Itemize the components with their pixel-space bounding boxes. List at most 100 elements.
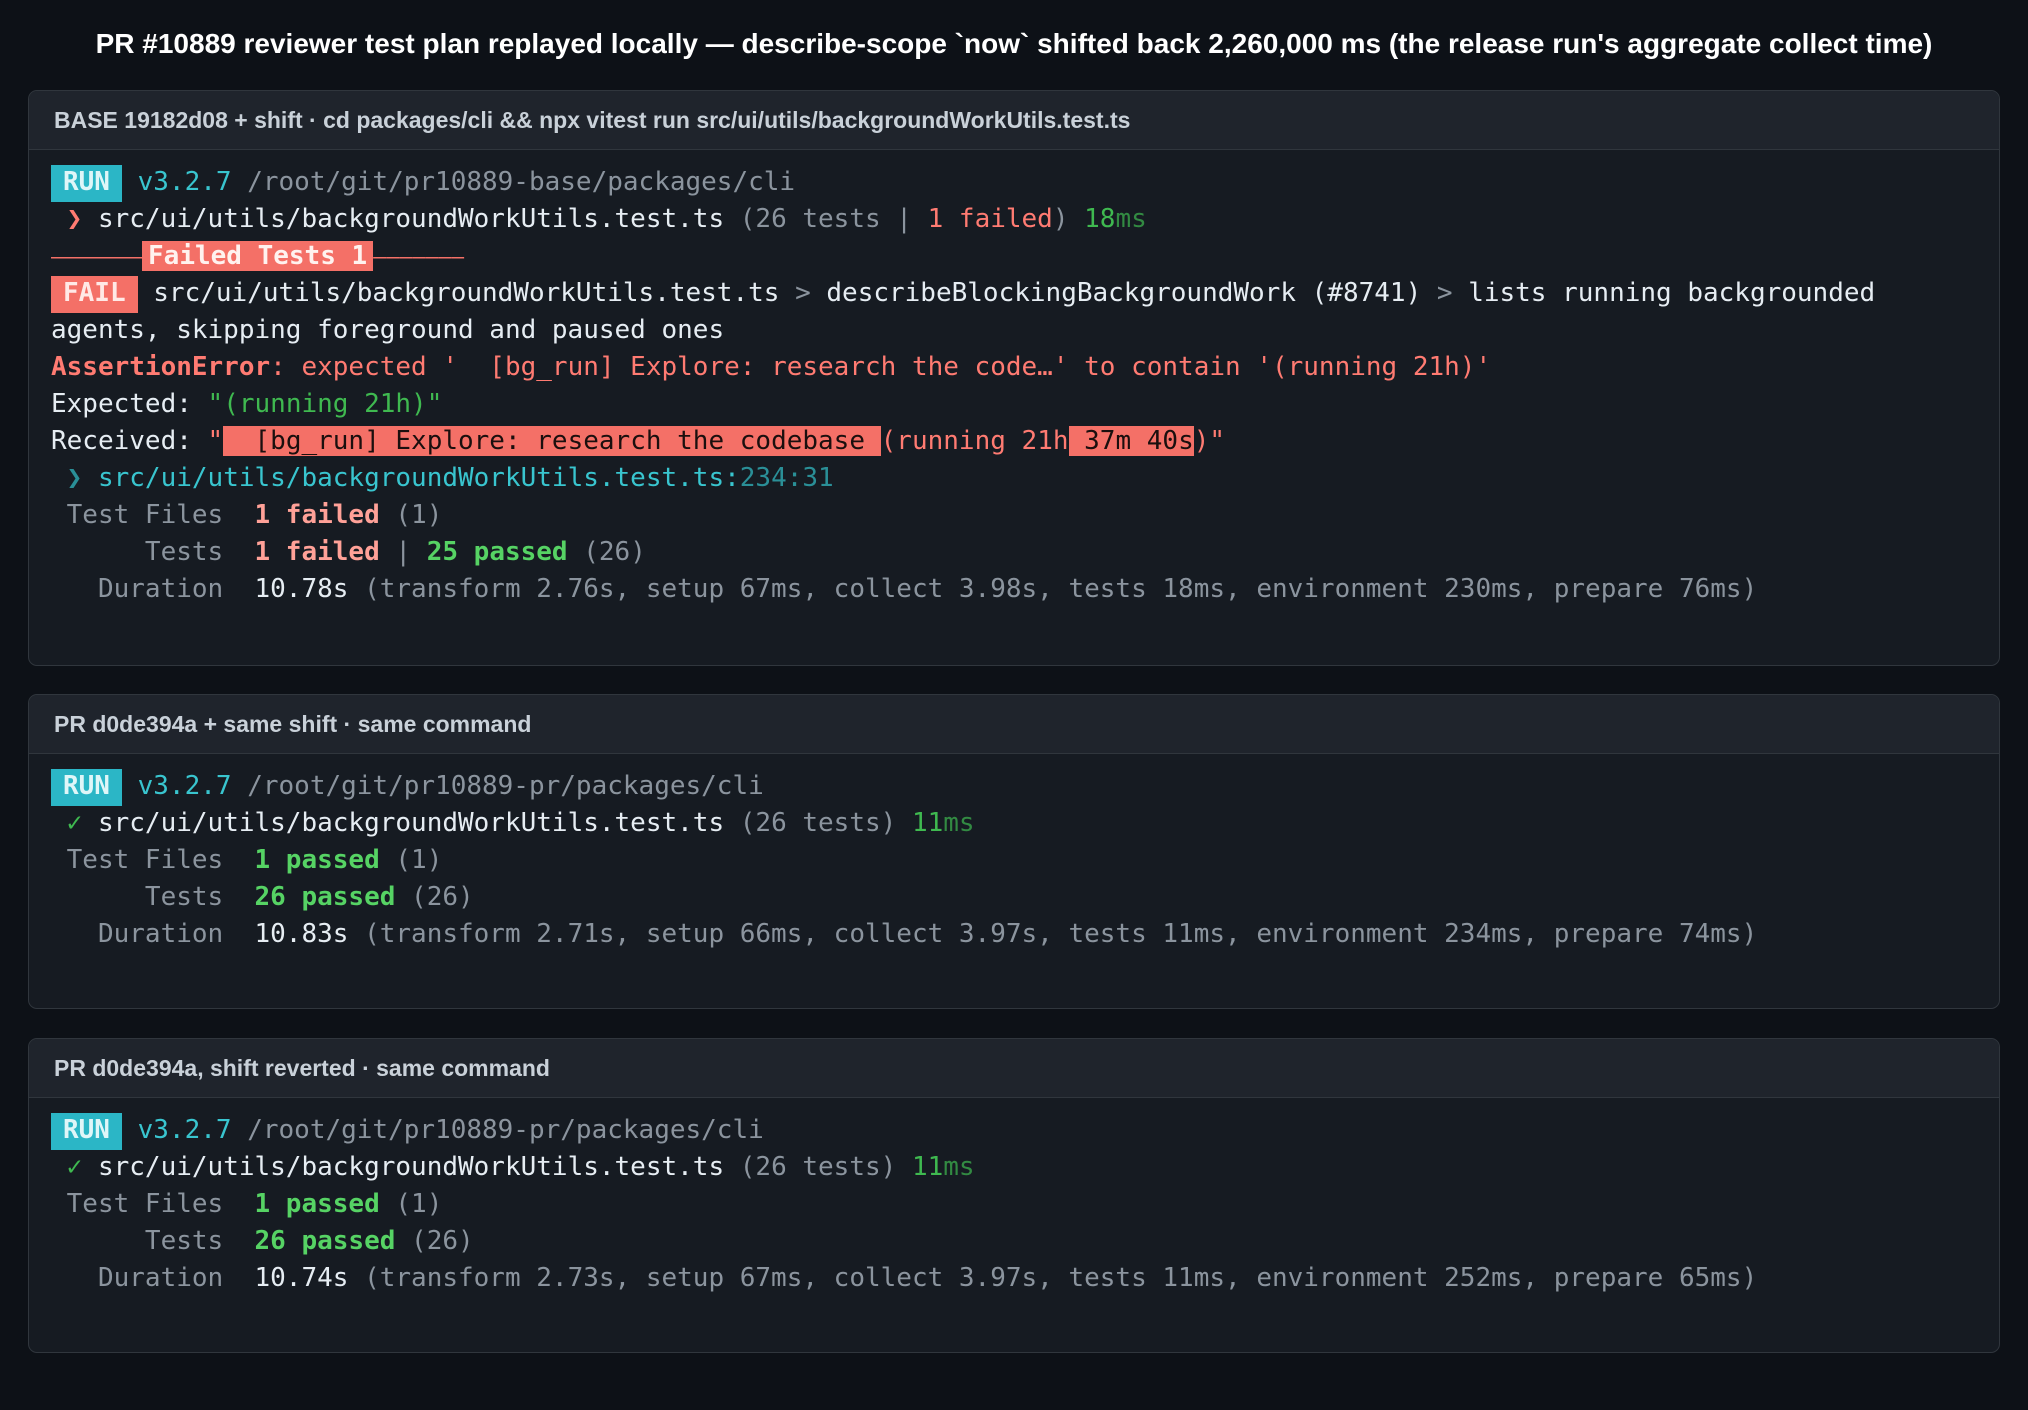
summary-duration: Duration 10.78s (transform 2.76s, setup … xyxy=(51,571,1999,608)
received-tail: )" xyxy=(1193,426,1226,456)
run-line: RUN v3.2.7 /root/git/pr10889-base/packag… xyxy=(51,164,1999,202)
fail-suite: describeBlockingBackgroundWork (#8741) xyxy=(826,278,1422,308)
terminal-output: RUN v3.2.7 /root/git/pr10889-pr/packages… xyxy=(29,754,1999,953)
run-badge: RUN xyxy=(51,769,122,806)
pr-reverted-run-panel: PR d0de394a, shift reverted · same comma… xyxy=(28,1038,2000,1353)
summary-files-passed: 1 passed xyxy=(254,1189,380,1219)
working-dir: /root/git/pr10889-pr/packages/cli xyxy=(247,771,764,801)
fail-marker-icon: ❯ xyxy=(66,204,83,234)
summary-total: (26) xyxy=(395,1226,474,1256)
file-time: 11 xyxy=(911,808,944,838)
summary-tests: Tests 26 passed (26) xyxy=(51,879,1999,916)
summary-test-files: Test Files 1 passed (1) xyxy=(51,842,1999,879)
page-title: PR #10889 reviewer test plan replayed lo… xyxy=(95,28,1933,59)
summary-total: (1) xyxy=(379,845,443,875)
file-time-unit: ms xyxy=(1115,204,1147,234)
terminal-output: RUN v3.2.7 /root/git/pr10889-base/packag… xyxy=(29,150,1999,608)
summary-tests-failed: 1 failed xyxy=(254,537,380,567)
assertion-line: AssertionError: expected ' [bg_run] Expl… xyxy=(51,349,1999,386)
file-counts-open: (26 tests | xyxy=(739,204,928,234)
test-file: src/ui/utils/backgroundWorkUtils.test.ts xyxy=(97,1152,725,1182)
file-result-line: ❯ src/ui/utils/backgroundWorkUtils.test.… xyxy=(51,201,1999,238)
summary-label: Tests xyxy=(51,1226,255,1256)
expected-line: Expected: "(running 21h)" xyxy=(51,386,1999,423)
file-time: 11 xyxy=(911,1152,944,1182)
duration-total: 10.83s xyxy=(254,919,349,949)
path-separator: > xyxy=(795,278,811,308)
file-time: 18 xyxy=(1084,204,1116,234)
summary-tests: Tests 26 passed (26) xyxy=(51,1223,1999,1260)
received-middle: (running 21h xyxy=(880,426,1069,456)
working-dir: /root/git/pr10889-base/packages/cli xyxy=(247,167,796,197)
received-quote: " xyxy=(207,426,224,456)
expected-value: "(running 21h)" xyxy=(207,389,443,419)
fail-line: FAIL src/ui/utils/backgroundWorkUtils.te… xyxy=(51,275,1951,349)
expected-label: Expected: xyxy=(51,389,208,419)
summary-total: (26) xyxy=(395,882,474,912)
summary-test-files: Test Files 1 passed (1) xyxy=(51,1186,1999,1223)
pr-shift-run-panel: PR d0de394a + same shift · same command … xyxy=(28,694,2000,1009)
summary-tests-passed: 26 passed xyxy=(254,1226,396,1256)
duration-detail: (transform 2.71s, setup 66ms, collect 3.… xyxy=(348,919,1758,949)
test-file: src/ui/utils/backgroundWorkUtils.test.ts xyxy=(97,204,725,234)
panel-header: PR d0de394a + same shift · same command xyxy=(29,695,1999,754)
failed-tests-label: Failed Tests 1 xyxy=(142,241,374,271)
summary-duration: Duration 10.74s (transform 2.73s, setup … xyxy=(51,1260,1999,1297)
summary-label: Duration xyxy=(51,574,255,604)
vitest-version: v3.2.7 xyxy=(137,167,232,197)
file-failed-count: 1 failed xyxy=(927,204,1053,234)
summary-total: (1) xyxy=(379,500,443,530)
duration-detail: (transform 2.73s, setup 67ms, collect 3.… xyxy=(348,1263,1758,1293)
location-marker-icon: ❯ xyxy=(66,463,83,493)
run-line: RUN v3.2.7 /root/git/pr10889-pr/packages… xyxy=(51,1112,1999,1150)
summary-files-failed: 1 failed xyxy=(254,500,380,530)
run-line: RUN v3.2.7 /root/git/pr10889-pr/packages… xyxy=(51,768,1999,806)
checkmark-icon: ✓ xyxy=(66,1152,83,1182)
file-result-line: ✓ src/ui/utils/backgroundWorkUtils.test.… xyxy=(51,805,1999,842)
path-separator: > xyxy=(1436,278,1453,308)
summary-label: Test Files xyxy=(51,500,255,530)
summary-label: Test Files xyxy=(51,1189,255,1219)
file-counts: (26 tests) xyxy=(739,808,897,838)
summary-total: (1) xyxy=(379,1189,443,1219)
run-badge: RUN xyxy=(51,1113,122,1150)
test-file: src/ui/utils/backgroundWorkUtils.test.ts xyxy=(97,808,725,838)
received-diff-highlight: [bg_run] Explore: research the codebase xyxy=(223,426,881,456)
file-time-unit: ms xyxy=(943,808,975,838)
location-file: src/ui/utils/backgroundWorkUtils.test.ts… xyxy=(97,463,740,493)
vitest-version: v3.2.7 xyxy=(137,1115,232,1145)
summary-separator: | xyxy=(379,537,427,567)
assertion-label: AssertionError xyxy=(51,352,271,382)
checkmark-icon: ✓ xyxy=(66,808,83,838)
duration-total: 10.74s xyxy=(254,1263,349,1293)
summary-total: (26) xyxy=(567,537,646,567)
summary-test-files: Test Files 1 failed (1) xyxy=(51,497,1999,534)
duration-detail: (transform 2.76s, setup 67ms, collect 3.… xyxy=(348,574,1758,604)
duration-total: 10.78s xyxy=(254,574,349,604)
summary-duration: Duration 10.83s (transform 2.71s, setup … xyxy=(51,916,1999,953)
run-badge: RUN xyxy=(51,165,122,202)
terminal-output: RUN v3.2.7 /root/git/pr10889-pr/packages… xyxy=(29,1098,1999,1297)
summary-label: Tests xyxy=(51,882,255,912)
location-line: ❯ src/ui/utils/backgroundWorkUtils.test.… xyxy=(51,460,1999,497)
vitest-version: v3.2.7 xyxy=(137,771,232,801)
banner-rule-left: ⎯⎯⎯⎯⎯⎯⎯ xyxy=(51,241,143,271)
assertion-message: : expected ' [bg_run] Explore: research … xyxy=(270,352,1492,382)
received-label: Received: xyxy=(51,426,208,456)
summary-files-passed: 1 passed xyxy=(254,845,380,875)
summary-tests-passed: 25 passed xyxy=(426,537,568,567)
summary-label: Test Files xyxy=(51,845,255,875)
location-position: 234:31 xyxy=(739,463,834,493)
fail-file: src/ui/utils/backgroundWorkUtils.test.ts xyxy=(153,278,780,308)
base-run-panel: BASE 19182d08 + shift · cd packages/cli … xyxy=(28,90,2000,666)
panel-header: BASE 19182d08 + shift · cd packages/cli … xyxy=(29,91,1999,150)
failed-tests-banner: ⎯⎯⎯⎯⎯⎯⎯ Failed Tests 1 ⎯⎯⎯⎯⎯⎯⎯ xyxy=(51,238,1999,275)
summary-tests-passed: 26 passed xyxy=(254,882,396,912)
received-diff-highlight: 37m 40s xyxy=(1068,426,1194,456)
file-result-line: ✓ src/ui/utils/backgroundWorkUtils.test.… xyxy=(51,1149,1999,1186)
summary-label: Duration xyxy=(51,919,255,949)
fail-badge: FAIL xyxy=(51,276,138,313)
summary-label: Duration xyxy=(51,1263,255,1293)
received-line: Received: " [bg_run] Explore: research t… xyxy=(51,423,1999,460)
file-time-unit: ms xyxy=(943,1152,975,1182)
